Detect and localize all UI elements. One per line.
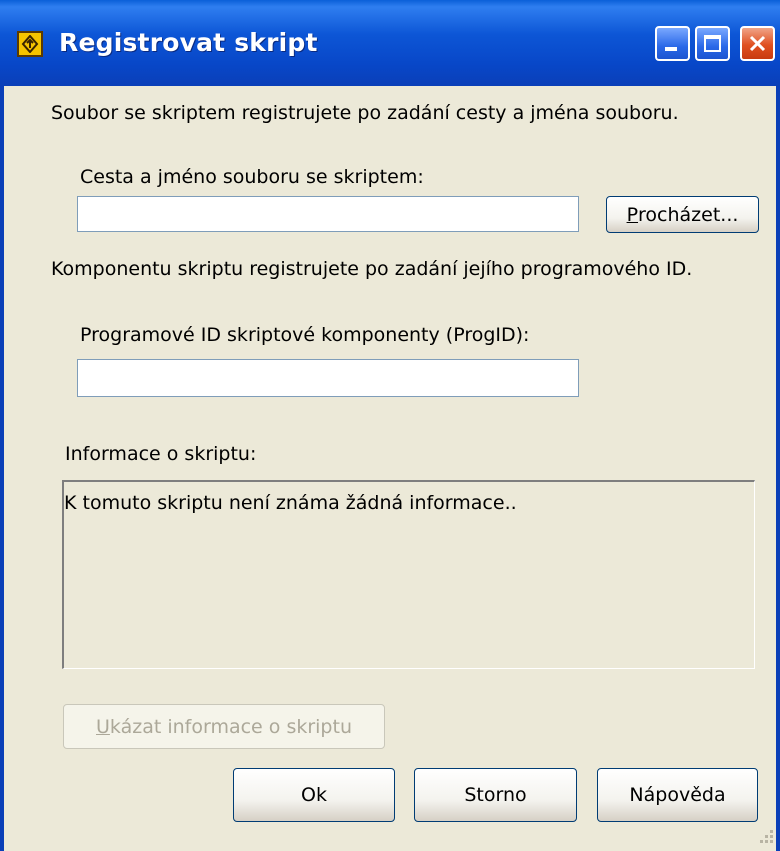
maximize-button[interactable] — [695, 26, 730, 61]
close-button[interactable] — [740, 26, 775, 61]
component-intro-text: Komponentu skriptu registrujete po zadán… — [51, 258, 693, 280]
file-path-label: Cesta a jméno souboru se skriptem: — [80, 166, 424, 188]
maximize-icon — [704, 35, 721, 52]
minimize-icon — [665, 47, 677, 51]
minimize-button[interactable] — [655, 26, 690, 61]
script-info-label: Informace o skriptu: — [65, 443, 257, 465]
script-info-text: K tomuto skriptu není známa žádná inform… — [64, 492, 517, 514]
cancel-button[interactable]: Storno — [414, 768, 577, 822]
show-script-info-button[interactable]: Ukázat informace o skriptu — [63, 704, 385, 749]
close-icon — [749, 35, 766, 52]
show-info-label: kázat informace o skriptu — [109, 715, 352, 738]
dialog-window: Registrovat skript Soubor se skriptem re… — [0, 0, 780, 851]
window-title: Registrovat skript — [59, 28, 318, 57]
progid-label: Programové ID skriptové komponenty (Prog… — [80, 324, 530, 346]
help-button[interactable]: Nápověda — [597, 768, 758, 822]
file-intro-text: Soubor se skriptem registrujete po zadán… — [51, 102, 679, 124]
browse-hotkey: P — [626, 203, 639, 226]
show-info-hotkey: U — [96, 715, 110, 738]
window-frame-right — [776, 86, 780, 851]
ok-button[interactable]: Ok — [233, 768, 395, 822]
browse-button[interactable]: Procházet... — [606, 196, 759, 233]
file-path-input[interactable] — [77, 196, 579, 232]
title-bar[interactable]: Registrovat skript — [0, 0, 780, 86]
script-register-icon — [17, 31, 43, 57]
resize-grip-icon[interactable] — [756, 826, 776, 846]
window-frame-left — [0, 86, 4, 851]
browse-label: rocházet... — [638, 203, 739, 226]
progid-input[interactable] — [77, 359, 579, 397]
